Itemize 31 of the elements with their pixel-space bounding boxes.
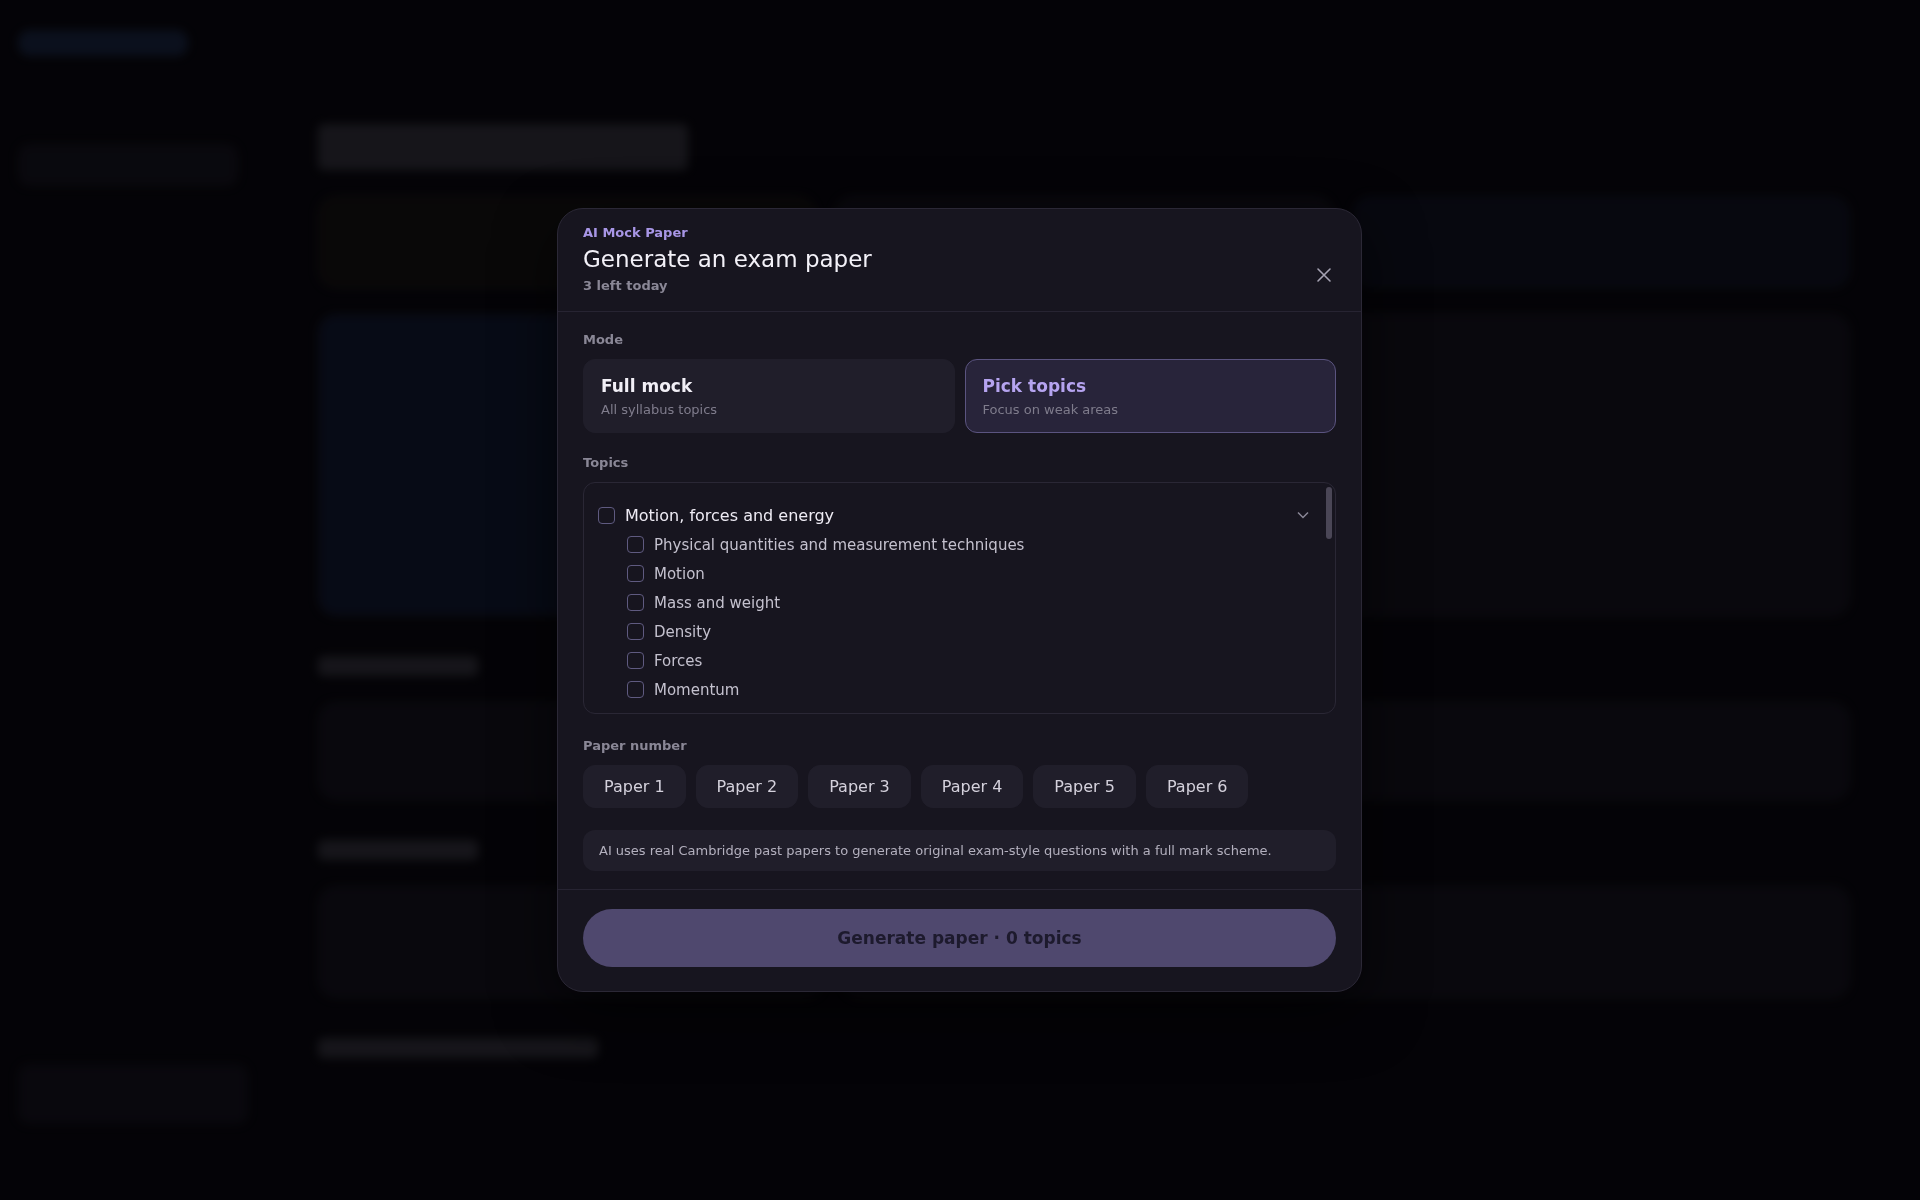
topic-label: Motion <box>654 564 705 583</box>
info-note: AI uses real Cambridge past papers to generate original exam-style questions with a full mark scheme. <box>583 830 1336 871</box>
chevron-icon[interactable] <box>1297 511 1309 519</box>
checkbox[interactable] <box>627 565 644 582</box>
section-label: Topics <box>583 455 629 470</box>
paper-option[interactable]: Paper 6 <box>1145 765 1249 808</box>
checkbox[interactable] <box>627 536 644 553</box>
dialog-eyebrow: AI Mock Paper <box>583 225 689 240</box>
topic-label: Density <box>654 622 712 641</box>
section-label: Paper number <box>583 738 687 753</box>
topic-label: Momentum <box>654 680 740 699</box>
paper-option[interactable]: Paper 4 <box>920 765 1024 808</box>
topic-label: Physical quantities and measurement techniques <box>654 535 1025 554</box>
mode-option[interactable]: Pick topics Focus on weak areas <box>964 359 1336 433</box>
paper-option[interactable]: Paper 2 <box>695 765 799 808</box>
topic-label: Mass and weight <box>654 593 781 612</box>
topic-group-label: Motion, forces and energy <box>625 505 836 525</box>
topic-label: Forces <box>654 651 703 670</box>
paper-option[interactable]: Paper 3 <box>808 765 911 808</box>
checkbox[interactable] <box>627 594 644 611</box>
paper-option[interactable]: Paper 1 <box>583 765 686 808</box>
remaining-count: 3 left today <box>583 278 669 293</box>
checkbox[interactable] <box>598 506 615 524</box>
scrollbar-thumb[interactable] <box>1326 487 1332 539</box>
section-label: Mode <box>583 332 623 347</box>
mode-option[interactable]: Full mock All syllabus topics <box>583 359 955 433</box>
checkbox[interactable] <box>627 623 644 640</box>
checkbox[interactable] <box>627 652 644 669</box>
checkbox[interactable] <box>627 681 644 698</box>
paper-option[interactable]: Paper 5 <box>1033 765 1136 808</box>
dialog-title: Generate an exam paper <box>583 246 872 272</box>
